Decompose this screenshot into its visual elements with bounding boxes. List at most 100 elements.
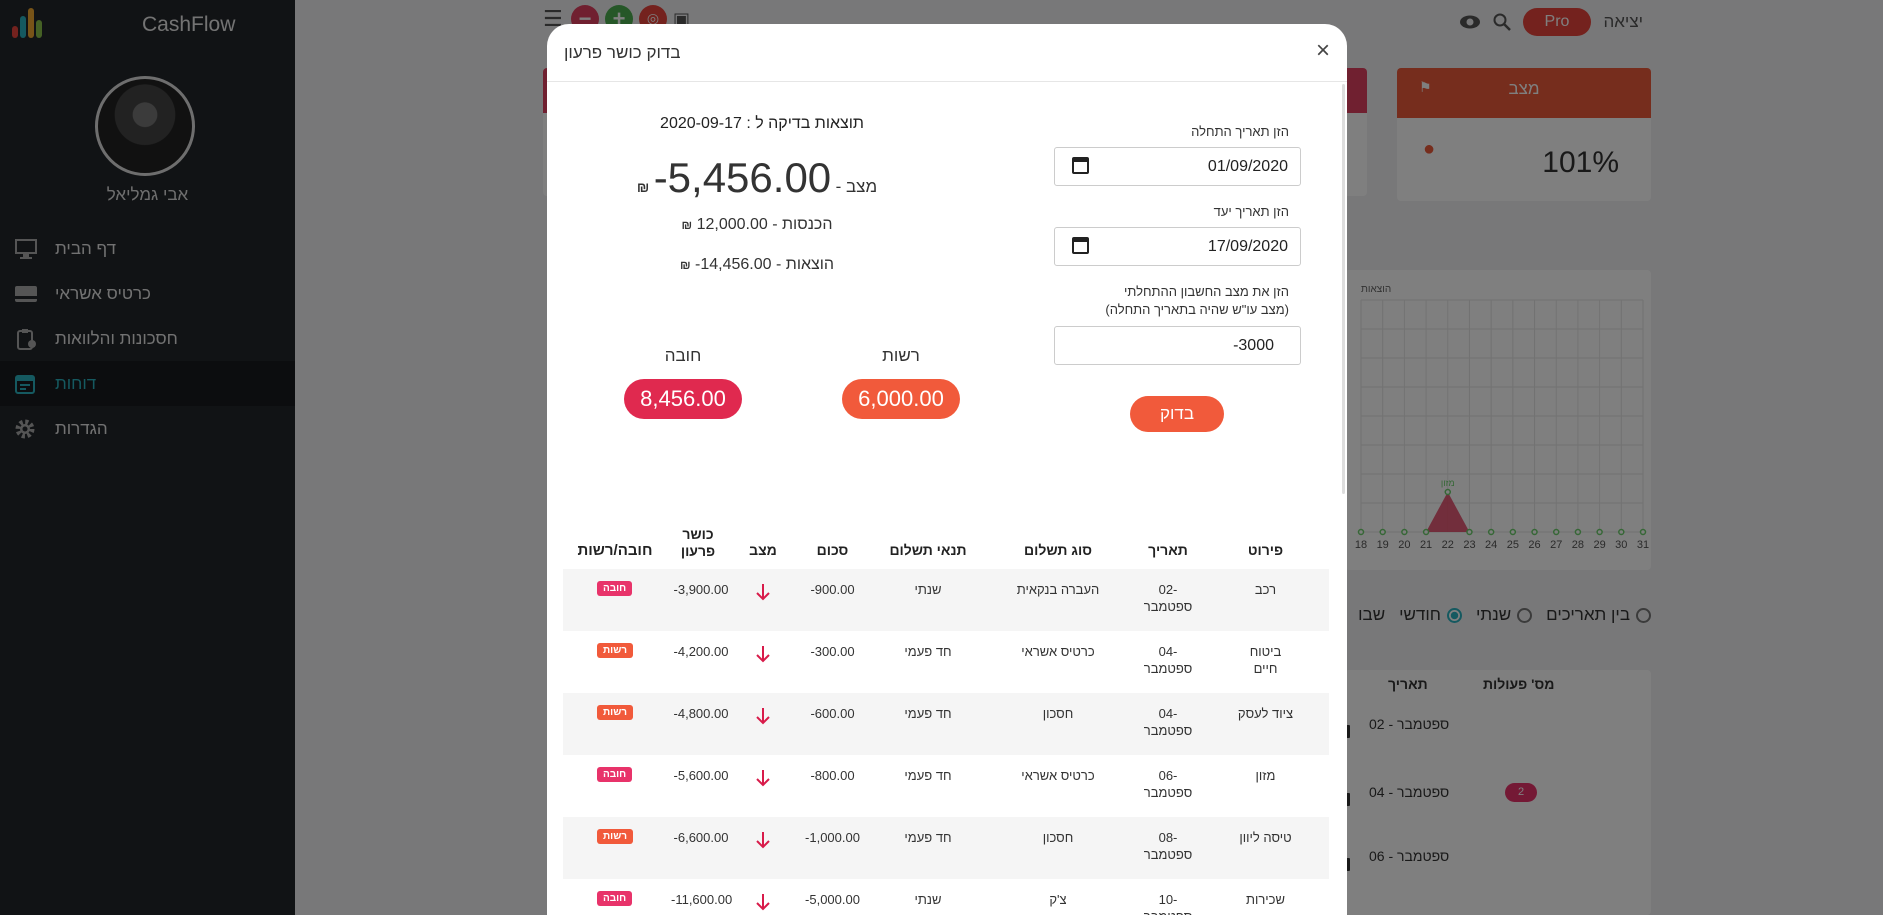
modal-title: בדוק כושר פרעון [564, 43, 681, 62]
cell-amount: -1,000.00 [805, 830, 860, 845]
initial-balance-hint: (מצב עו"ש שהיה בתאריך התחלה) [1105, 302, 1289, 317]
balance-label: מצב - [835, 177, 878, 196]
kind-badge: רשות [597, 829, 634, 844]
start-date-value: 01/09/2020 [1207, 158, 1288, 175]
arrow-down-icon [756, 646, 770, 663]
cell-pay-terms: חד פעמי [904, 768, 952, 783]
currency-icon: ₪ [681, 218, 693, 232]
cell-solvency: -3,900.00 [673, 582, 729, 597]
balance-summary: מצב - -5,456.00 ₪ [607, 154, 907, 202]
transactions-table: חובה/רשות כושר פרעון מצב סכום תנאי תשלום… [563, 494, 1329, 915]
income-label: הכנסות - [772, 216, 833, 233]
cell-pay-terms: שנתי [914, 582, 942, 597]
col-solvency: כושר פרעון [680, 526, 716, 559]
end-date-value: 17/09/2020 [1207, 238, 1288, 255]
kind-badge: חובה [597, 767, 633, 782]
kind-badge: חובה [597, 891, 633, 906]
cell-pay-type: כרטיס אשראי [1021, 644, 1095, 659]
cell-detail: טיסה ליוון [1239, 830, 1292, 845]
table-row: -3,900.00 -900.00 שנתי העברה בנקאית 02- ספטמב… [563, 569, 1329, 631]
cell-pay-terms: שנתי [914, 892, 942, 907]
cell-pay-type: צ'ק [1049, 892, 1067, 907]
cell-amount: -5,000.00 [805, 892, 860, 907]
solvency-check-modal: בדוק כושר פרעון × תוצאות בדיקה ל : 2020-… [547, 24, 1347, 915]
end-date-label: הזן תאריך יעד [1213, 204, 1289, 219]
cell-date: 06- ספטמבר [1143, 768, 1193, 800]
cell-detail: שכירות [1246, 892, 1285, 907]
close-icon[interactable]: × [1316, 39, 1330, 63]
cell-solvency: -6,600.00 [673, 830, 729, 845]
cell-date: 04- ספטמבר [1143, 644, 1193, 676]
arrow-down-icon [756, 832, 770, 849]
cell-pay-type: חסכון [1042, 706, 1074, 721]
initial-balance-value: -3000 [1233, 337, 1274, 354]
currency-icon: ₪ [679, 258, 691, 272]
col-pay-type: סוג תשלום [1024, 542, 1092, 558]
col-status: מצב [749, 542, 777, 558]
modal-scrollbar[interactable] [1342, 84, 1345, 494]
cell-date: 08- ספטמבר [1143, 830, 1193, 862]
cell-amount: -300.00 [810, 644, 855, 659]
debt-label: חובה [664, 346, 702, 365]
cell-pay-type: חסכון [1042, 830, 1074, 845]
kind-badge: חובה [597, 581, 633, 596]
kind-badge: רשות [597, 643, 634, 658]
col-detail: פירוט [1247, 542, 1284, 558]
cell-detail: מזון [1255, 768, 1276, 783]
table-body: -3,900.00 -900.00 שנתי העברה בנקאית 02- ספטמב… [563, 569, 1329, 915]
expense-label: הוצאות - [775, 256, 835, 273]
col-date: תאריך [1148, 542, 1188, 558]
end-date-input[interactable]: 17/09/2020 [1054, 227, 1301, 266]
cell-pay-type: העברה בנקאית [1016, 582, 1100, 597]
calendar-icon[interactable] [1072, 157, 1089, 174]
cell-detail: רכב [1254, 582, 1277, 597]
cell-solvency: -11,600.00 [671, 892, 733, 907]
credit-value-pill: 6,000.00 [842, 379, 960, 419]
debt-value-pill: 8,456.00 [624, 379, 742, 419]
cell-amount: -600.00 [810, 706, 855, 721]
arrow-down-icon [756, 894, 770, 911]
cell-pay-terms: חד פעמי [904, 644, 952, 659]
table-row: -5,600.00 -800.00 חד פעמי כרטיס אשראי 06- ספט… [563, 755, 1329, 817]
arrow-down-icon [756, 770, 770, 787]
table-header: חובה/רשות כושר פרעון מצב סכום תנאי תשלום… [563, 494, 1329, 569]
credit-label: רשות [882, 346, 920, 365]
cell-detail: ציוד לעסק [1237, 706, 1294, 721]
col-amount: סכום [816, 542, 849, 558]
col-pay-terms: תנאי תשלום [889, 542, 967, 558]
table-row: -6,600.00 -1,000.00 חד פעמי חסכון 08- ספטמבר ט… [563, 817, 1329, 879]
cell-solvency: -4,200.00 [673, 644, 729, 659]
cell-date: 10-ספטמבר [1144, 892, 1192, 915]
cell-date: 02- ספטמבר [1143, 582, 1193, 614]
cell-pay-terms: חד פעמי [904, 830, 952, 845]
cell-solvency: -4,800.00 [673, 706, 729, 721]
cell-amount: -900.00 [810, 582, 855, 597]
cell-amount: -800.00 [810, 768, 855, 783]
balance-value: -5,456.00 [653, 154, 832, 201]
arrow-down-icon [756, 584, 770, 601]
expense-value: -14,456.00 [695, 256, 772, 273]
income-summary: הכנסות - 12,000.00 ₪ [607, 216, 907, 234]
kind-badge: רשות [597, 705, 634, 720]
table-row: -4,200.00 -300.00 חד פעמי כרטיס אשראי 04- ספט… [563, 631, 1329, 693]
start-date-label: הזן תאריך התחלה [1191, 124, 1289, 139]
initial-balance-input[interactable]: -3000 [1054, 326, 1301, 365]
currency-icon: ₪ [636, 179, 650, 195]
results-heading: תוצאות בדיקה ל : 2020-09-17 [660, 115, 864, 132]
cell-date: 04- ספטמבר [1143, 706, 1193, 738]
table-row: -11,600.00 -5,000.00 שנתי צ'ק 10-ספטמבר שכירו… [563, 879, 1329, 915]
initial-balance-label: הזן את מצב החשבון ההתחלתי [1123, 284, 1289, 299]
income-value: 12,000.00 [696, 216, 768, 233]
table-row: -4,800.00 -600.00 חד פעמי חסכון 04- ספטמבר ציו… [563, 693, 1329, 755]
check-button[interactable]: בדוק [1130, 396, 1224, 432]
calendar-icon[interactable] [1072, 237, 1089, 254]
start-date-input[interactable]: 01/09/2020 [1054, 147, 1301, 186]
cell-detail: ביטוח חיים [1249, 644, 1282, 676]
modal-header: בדוק כושר פרעון × [547, 24, 1347, 82]
cell-pay-terms: חד פעמי [904, 706, 952, 721]
cell-pay-type: כרטיס אשראי [1021, 768, 1095, 783]
cell-solvency: -5,600.00 [673, 768, 729, 783]
col-kind: חובה/רשות [577, 542, 653, 559]
expense-summary: הוצאות - -14,456.00 ₪ [607, 256, 907, 274]
arrow-down-icon [756, 708, 770, 725]
